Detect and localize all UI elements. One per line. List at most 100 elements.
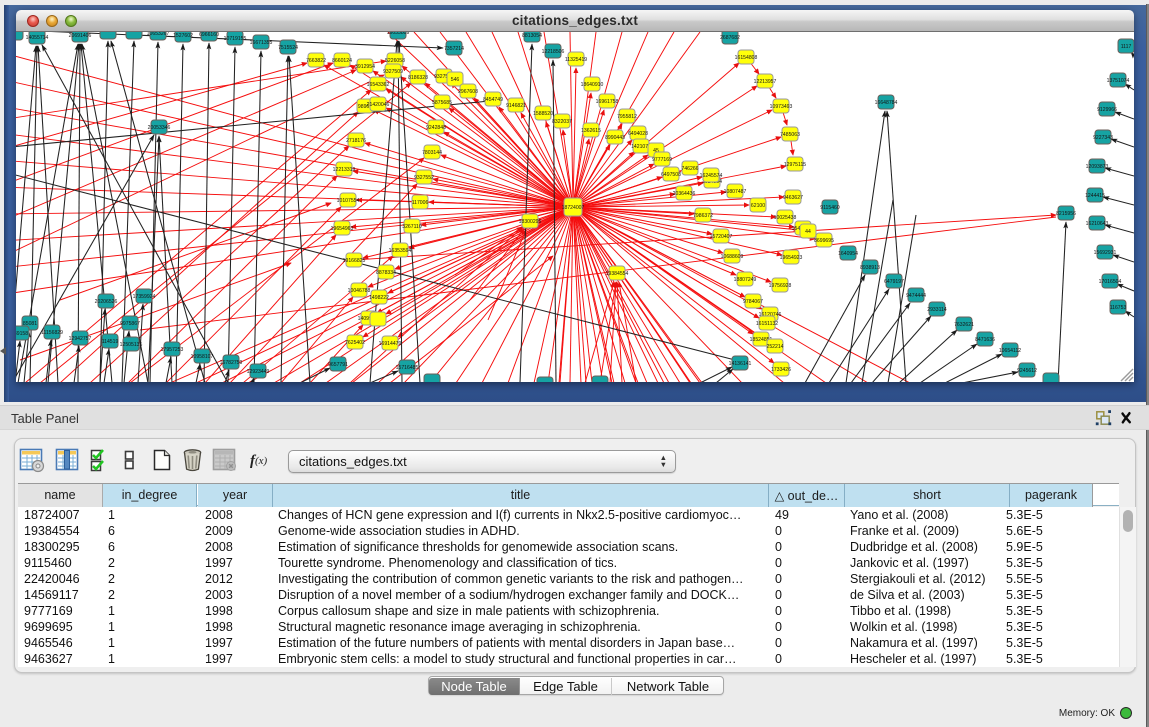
svg-text:19166825: 19166825 xyxy=(343,258,366,264)
svg-text:10973493: 10973493 xyxy=(770,104,793,110)
svg-text:114519: 114519 xyxy=(102,339,119,345)
svg-text:7663822: 7663822 xyxy=(306,58,326,64)
svg-text:16210643: 16210643 xyxy=(1086,221,1109,227)
svg-text:7632621: 7632621 xyxy=(954,322,974,328)
svg-text:9657791: 9657791 xyxy=(328,362,348,368)
svg-text:20206526: 20206526 xyxy=(95,299,118,305)
svg-text:16154808: 16154808 xyxy=(735,55,758,61)
svg-text:1527602: 1527602 xyxy=(173,33,193,39)
svg-text:8471636: 8471636 xyxy=(975,337,995,343)
svg-text:10958107: 10958107 xyxy=(191,354,214,360)
svg-text:2967608: 2967608 xyxy=(458,89,478,95)
svg-text:7955812: 7955812 xyxy=(617,114,637,120)
svg-text:12218506: 12218506 xyxy=(542,49,565,55)
svg-text:10046788: 10046788 xyxy=(348,288,371,294)
svg-text:17957253: 17957253 xyxy=(161,347,184,353)
svg-text:17359924: 17359924 xyxy=(133,294,156,300)
svg-text:9327509: 9327509 xyxy=(383,69,403,75)
svg-text:20364436: 20364436 xyxy=(673,191,696,197)
svg-text:8878334: 8878334 xyxy=(376,270,396,276)
svg-text:12213957: 12213957 xyxy=(754,79,777,85)
svg-text:7625402: 7625402 xyxy=(345,340,365,346)
svg-text:7803144: 7803144 xyxy=(422,150,442,156)
svg-text:14055714: 14055714 xyxy=(26,35,49,41)
svg-text:16914479: 16914479 xyxy=(379,341,402,347)
svg-text:10025438: 10025438 xyxy=(774,215,797,221)
svg-text:11325419: 11325419 xyxy=(565,57,587,63)
svg-text:9975867: 9975867 xyxy=(120,321,140,327)
svg-text:3267110: 3267110 xyxy=(402,224,422,230)
svg-text:16648784: 16648784 xyxy=(875,100,898,106)
svg-text:12975115: 12975115 xyxy=(784,162,806,168)
svg-text:252214: 252214 xyxy=(767,344,784,350)
svg-text:5226058: 5226058 xyxy=(385,58,405,64)
svg-text:12923449: 12923449 xyxy=(247,369,270,375)
svg-text:7485063: 7485063 xyxy=(780,132,800,138)
svg-text:1733426: 1733426 xyxy=(771,367,791,373)
svg-text:117006: 117006 xyxy=(412,200,429,206)
svg-text:18724007: 18724007 xyxy=(562,205,585,211)
svg-text:9777169: 9777169 xyxy=(652,157,672,163)
svg-text:16033809: 16033809 xyxy=(387,32,410,36)
svg-text:6966160: 6966160 xyxy=(199,32,219,38)
svg-text:8215956: 8215956 xyxy=(1056,211,1076,217)
svg-text:16961758: 16961758 xyxy=(596,99,619,105)
svg-text:546: 546 xyxy=(451,77,460,83)
svg-text:18807249: 18807249 xyxy=(734,277,757,283)
svg-text:16353594: 16353594 xyxy=(389,248,412,254)
svg-text:16245574: 16245574 xyxy=(700,173,723,179)
svg-text:6479197: 6479197 xyxy=(884,279,904,285)
svg-text:1640954: 1640954 xyxy=(838,251,858,257)
svg-text:19384554: 19384554 xyxy=(606,271,629,277)
svg-text:(x): (x) xyxy=(255,455,268,467)
svg-text:16543362: 16543362 xyxy=(367,82,390,88)
svg-text:19654963: 19654963 xyxy=(331,226,354,232)
svg-text:10688609: 10688609 xyxy=(721,254,744,260)
svg-text:19654923: 19654923 xyxy=(780,255,803,261)
svg-text:16782759: 16782759 xyxy=(220,360,243,366)
svg-text:19756928: 19756928 xyxy=(769,283,792,289)
svg-text:7357214: 7357214 xyxy=(444,46,464,52)
svg-text:20691406: 20691406 xyxy=(69,33,92,39)
svg-text:14136141: 14136141 xyxy=(729,361,752,367)
svg-text:44: 44 xyxy=(805,229,811,235)
svg-text:9146821: 9146821 xyxy=(506,103,526,109)
svg-text:15716485: 15716485 xyxy=(396,365,419,371)
svg-text:9245612: 9245612 xyxy=(1017,368,1037,374)
svg-text:7515524: 7515524 xyxy=(278,45,298,51)
svg-text:8813054: 8813054 xyxy=(522,33,542,39)
svg-text:8660124: 8660124 xyxy=(332,58,352,64)
svg-text:12942757: 12942757 xyxy=(69,336,92,342)
svg-text:10654112: 10654112 xyxy=(999,348,1021,354)
svg-text:8322037: 8322037 xyxy=(552,119,572,125)
svg-text:10719155: 10719155 xyxy=(224,36,247,42)
svg-text:1588520: 1588520 xyxy=(533,111,553,117)
svg-text:3912954: 3912954 xyxy=(355,64,375,70)
svg-text:8938913: 8938913 xyxy=(860,265,880,271)
svg-text:2687682: 2687682 xyxy=(720,35,740,41)
svg-text:746266: 746266 xyxy=(682,166,699,172)
svg-text:2718176: 2718176 xyxy=(346,138,366,144)
svg-text:5875685: 5875685 xyxy=(432,100,452,106)
svg-text:1498222: 1498222 xyxy=(369,295,389,301)
svg-text:18640910: 18640910 xyxy=(581,82,604,88)
svg-text:21420046: 21420046 xyxy=(367,102,390,108)
svg-text:15692931: 15692931 xyxy=(1094,250,1117,256)
svg-text:15720407: 15720407 xyxy=(710,234,733,240)
svg-text:8990443: 8990443 xyxy=(605,135,625,141)
svg-text:12213319: 12213319 xyxy=(333,167,356,173)
svg-text:116753: 116753 xyxy=(1110,305,1127,311)
svg-text:2933114: 2933114 xyxy=(927,307,947,313)
svg-text:9242848: 9242848 xyxy=(426,125,446,131)
svg-text:8186328: 8186328 xyxy=(408,75,428,81)
svg-text:20053346: 20053346 xyxy=(148,125,171,131)
svg-text:62100: 62100 xyxy=(751,203,765,209)
svg-text:1117: 1117 xyxy=(1121,44,1132,50)
svg-text:13751074: 13751074 xyxy=(1107,78,1130,84)
svg-text:16671355: 16671355 xyxy=(250,40,273,46)
svg-text:18300295: 18300295 xyxy=(519,219,542,225)
svg-text:10653267: 10653267 xyxy=(147,32,170,37)
svg-text:9129966: 9129966 xyxy=(1097,107,1117,113)
svg-text:1362615: 1362615 xyxy=(581,128,601,134)
svg-text:9327552: 9327552 xyxy=(414,175,434,181)
